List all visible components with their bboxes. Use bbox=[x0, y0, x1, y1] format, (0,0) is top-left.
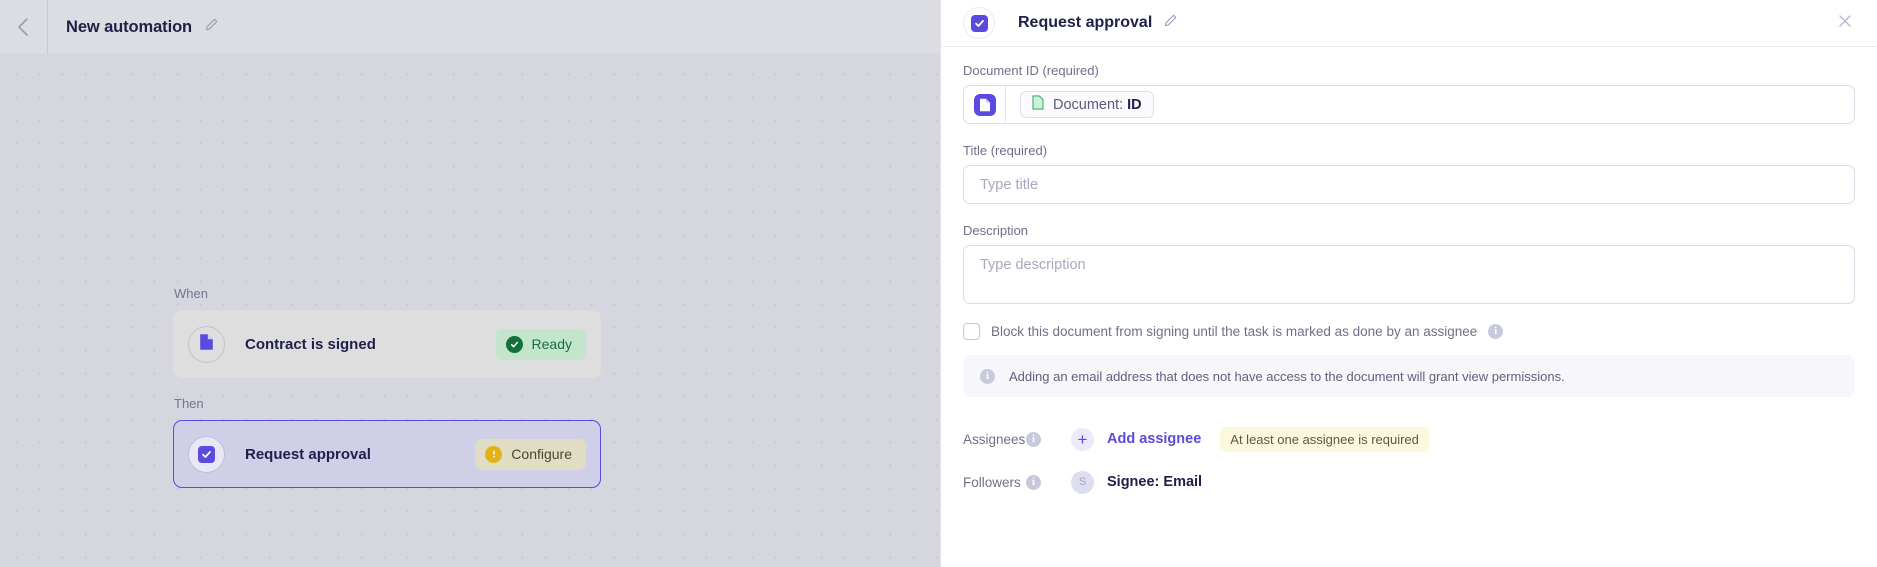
assignee-required-warning: At least one assignee is required bbox=[1220, 426, 1429, 452]
checkbox-icon bbox=[198, 445, 215, 463]
node-icon-wrap bbox=[188, 325, 225, 363]
info-icon[interactable]: i bbox=[1026, 431, 1041, 447]
close-icon bbox=[1837, 13, 1853, 34]
workflow-canvas: When Contract is signed Ready Then Reque… bbox=[0, 54, 940, 567]
node-label: Contract is signed bbox=[245, 335, 376, 353]
then-section-label: Then bbox=[174, 396, 204, 411]
panel-title: Request approval bbox=[1018, 14, 1153, 31]
description-label: Description bbox=[963, 223, 1029, 238]
status-badge-label: Ready bbox=[531, 336, 572, 352]
status-badge-label: Configure bbox=[511, 446, 572, 462]
back-button[interactable] bbox=[0, 0, 47, 54]
top-bar: New automation bbox=[0, 0, 940, 54]
document-source-icon bbox=[973, 93, 996, 116]
automation-title-group: New automation bbox=[48, 17, 219, 37]
assignees-row: Assignees i + Add assignee At least one … bbox=[963, 424, 1855, 454]
add-assignee-label: Add assignee bbox=[1107, 431, 1202, 447]
block-document-checkbox[interactable] bbox=[963, 323, 980, 340]
when-section-label: When bbox=[174, 286, 208, 301]
title-input[interactable] bbox=[963, 165, 1855, 204]
permissions-notice: i Adding an email address that does not … bbox=[963, 355, 1855, 397]
page-title: New automation bbox=[66, 17, 193, 36]
chevron-left-icon bbox=[16, 16, 31, 38]
avatar: S bbox=[1071, 470, 1094, 494]
plus-icon: + bbox=[1071, 427, 1094, 451]
automation-builder-screen: New automation When Contract is signed R… bbox=[0, 0, 1877, 567]
document-token-chip[interactable]: Document: ID bbox=[1020, 91, 1154, 118]
block-document-row: Block this document from signing until t… bbox=[963, 323, 1855, 340]
action-config-panel: Request approval Document ID (required) bbox=[940, 0, 1877, 567]
assignees-label: Assignees bbox=[963, 431, 1026, 447]
block-document-label: Block this document from signing until t… bbox=[991, 324, 1478, 339]
description-input[interactable] bbox=[963, 245, 1855, 304]
node-label: Request approval bbox=[245, 445, 371, 463]
check-circle-icon bbox=[505, 335, 523, 353]
panel-header: Request approval bbox=[941, 0, 1877, 47]
exclamation-circle-icon bbox=[485, 445, 503, 463]
followers-row: Followers i S Signee: Email bbox=[963, 467, 1855, 497]
title-label: Title (required) bbox=[963, 143, 1048, 158]
document-token-icon bbox=[1032, 95, 1044, 114]
workflow-nodes: When Contract is signed Ready Then Reque… bbox=[173, 286, 601, 506]
followers-label: Followers bbox=[963, 474, 1021, 490]
document-id-label: Document ID (required) bbox=[963, 63, 1099, 78]
panel-body: Document ID (required) Document: ID Titl… bbox=[941, 47, 1877, 567]
workflow-node-trigger[interactable]: Contract is signed Ready bbox=[173, 310, 601, 378]
canvas-pane: New automation When Contract is signed R… bbox=[0, 0, 940, 567]
status-badge[interactable]: Configure bbox=[475, 438, 586, 470]
node-icon-wrap bbox=[188, 435, 225, 473]
pencil-icon[interactable] bbox=[204, 17, 219, 37]
info-icon[interactable]: i bbox=[1488, 324, 1504, 339]
permissions-notice-text: Adding an email address that does not ha… bbox=[1009, 368, 1565, 384]
checkbox-icon bbox=[970, 14, 988, 32]
panel-icon-wrap bbox=[963, 7, 995, 39]
close-button[interactable] bbox=[1832, 10, 1858, 36]
status-badge[interactable]: Ready bbox=[495, 328, 586, 360]
document-id-field[interactable]: Document: ID bbox=[963, 85, 1855, 124]
info-icon: i bbox=[980, 368, 995, 384]
info-icon[interactable]: i bbox=[1026, 474, 1041, 490]
document-source-button[interactable] bbox=[964, 86, 1006, 123]
add-assignee-button[interactable]: + Add assignee bbox=[1071, 427, 1202, 451]
follower-name[interactable]: Signee: Email bbox=[1107, 474, 1202, 490]
document-id-value-area[interactable]: Document: ID bbox=[1006, 86, 1854, 123]
document-token-text: Document: ID bbox=[1053, 96, 1142, 113]
document-icon bbox=[199, 333, 214, 356]
workflow-node-action[interactable]: Request approval Configure bbox=[173, 420, 601, 488]
pencil-icon[interactable] bbox=[1163, 13, 1178, 33]
